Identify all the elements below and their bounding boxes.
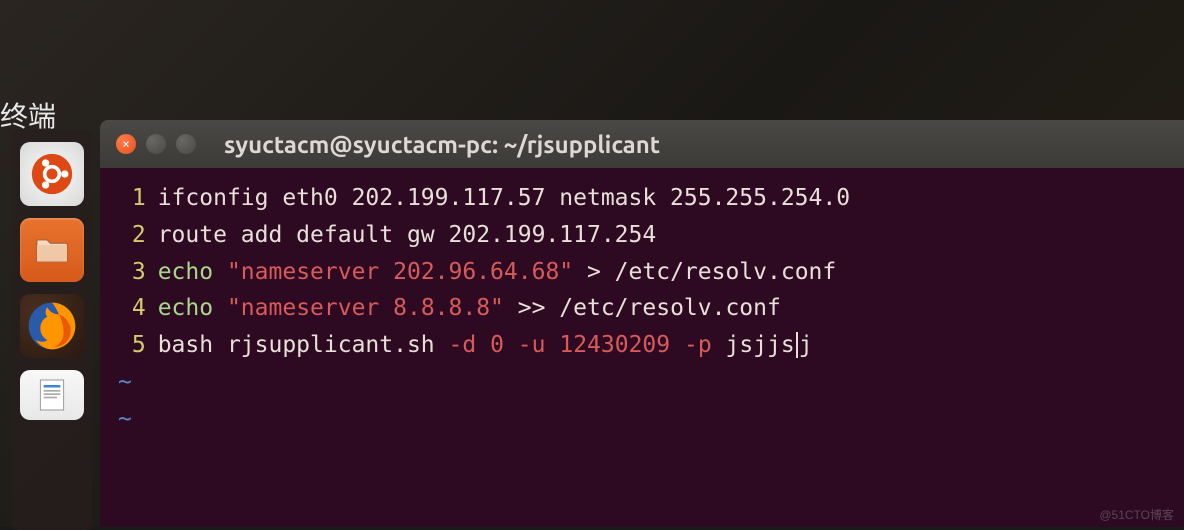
- code-segment: -u: [518, 332, 546, 358]
- code-segment: "nameserver 202.96.64.68": [227, 259, 573, 285]
- code-segment: "nameserver 8.8.8.8": [227, 295, 504, 321]
- editor-empty-line: ~: [118, 364, 1166, 401]
- ubuntu-logo-icon: [30, 152, 74, 196]
- editor-empty-line: ~: [118, 401, 1166, 438]
- code-segment: -d: [449, 332, 477, 358]
- code-segment: >> /etc/resolv.conf: [504, 295, 781, 321]
- code-segment: route add default gw 202.199.117.254: [158, 222, 657, 248]
- code-segment: ifconfig eth0 202.199.117.57 netmask 255…: [158, 185, 850, 211]
- unity-launcher: [12, 130, 92, 530]
- launcher-files-icon[interactable]: [20, 218, 84, 282]
- code-segment: 12430209: [559, 332, 670, 358]
- editor-line[interactable]: 4 echo "nameserver 8.8.8.8" >> /etc/resol…: [118, 290, 1166, 327]
- text-cursor: [796, 332, 798, 358]
- code-segment: j: [799, 332, 813, 358]
- editor-line[interactable]: 2 route add default gw 202.199.117.254: [118, 217, 1166, 254]
- line-number: 2: [118, 222, 146, 248]
- code-segment: [670, 332, 684, 358]
- editor-line[interactable]: 3 echo "nameserver 202.96.64.68" > /etc/r…: [118, 254, 1166, 291]
- code-segment: [504, 332, 518, 358]
- code-segment: 0: [490, 332, 504, 358]
- editor-line[interactable]: 5 bash rjsupplicant.sh -d 0 -u 12430209 -…: [118, 327, 1166, 364]
- window-title: syuctacm@syuctacm-pc: ~/rjsupplicant: [224, 131, 660, 158]
- document-icon: [32, 375, 72, 415]
- folder-icon: [32, 230, 72, 270]
- launcher-document-icon[interactable]: [20, 370, 84, 420]
- editor-line[interactable]: 1 ifconfig eth0 202.199.117.57 netmask 25…: [118, 180, 1166, 217]
- watermark-text: @51CTO博客: [1099, 506, 1174, 523]
- launcher-firefox-icon[interactable]: [20, 294, 84, 358]
- maximize-icon[interactable]: [176, 134, 196, 154]
- minimize-icon[interactable]: [146, 134, 166, 154]
- code-segment: > /etc/resolv.conf: [573, 259, 836, 285]
- line-number: 1: [118, 185, 146, 211]
- window-app-label: 终端: [0, 95, 56, 135]
- line-number: 5: [118, 332, 146, 358]
- code-segment: bash rjsupplicant.sh: [158, 332, 449, 358]
- close-icon[interactable]: ×: [116, 134, 136, 154]
- code-segment: [476, 332, 490, 358]
- code-segment: [545, 332, 559, 358]
- terminal-editor-area[interactable]: 1 ifconfig eth0 202.199.117.57 netmask 25…: [100, 168, 1184, 450]
- code-segment: echo: [158, 259, 227, 285]
- launcher-dash-icon[interactable]: [20, 142, 84, 206]
- code-segment: -p: [684, 332, 712, 358]
- firefox-icon: [24, 298, 80, 354]
- line-number: 3: [118, 259, 146, 285]
- code-segment: echo: [158, 295, 227, 321]
- terminal-window: × syuctacm@syuctacm-pc: ~/rjsupplicant 1…: [100, 120, 1184, 527]
- window-titlebar[interactable]: × syuctacm@syuctacm-pc: ~/rjsupplicant: [100, 120, 1184, 168]
- line-number: 4: [118, 295, 146, 321]
- code-segment: jsjjs: [712, 332, 795, 358]
